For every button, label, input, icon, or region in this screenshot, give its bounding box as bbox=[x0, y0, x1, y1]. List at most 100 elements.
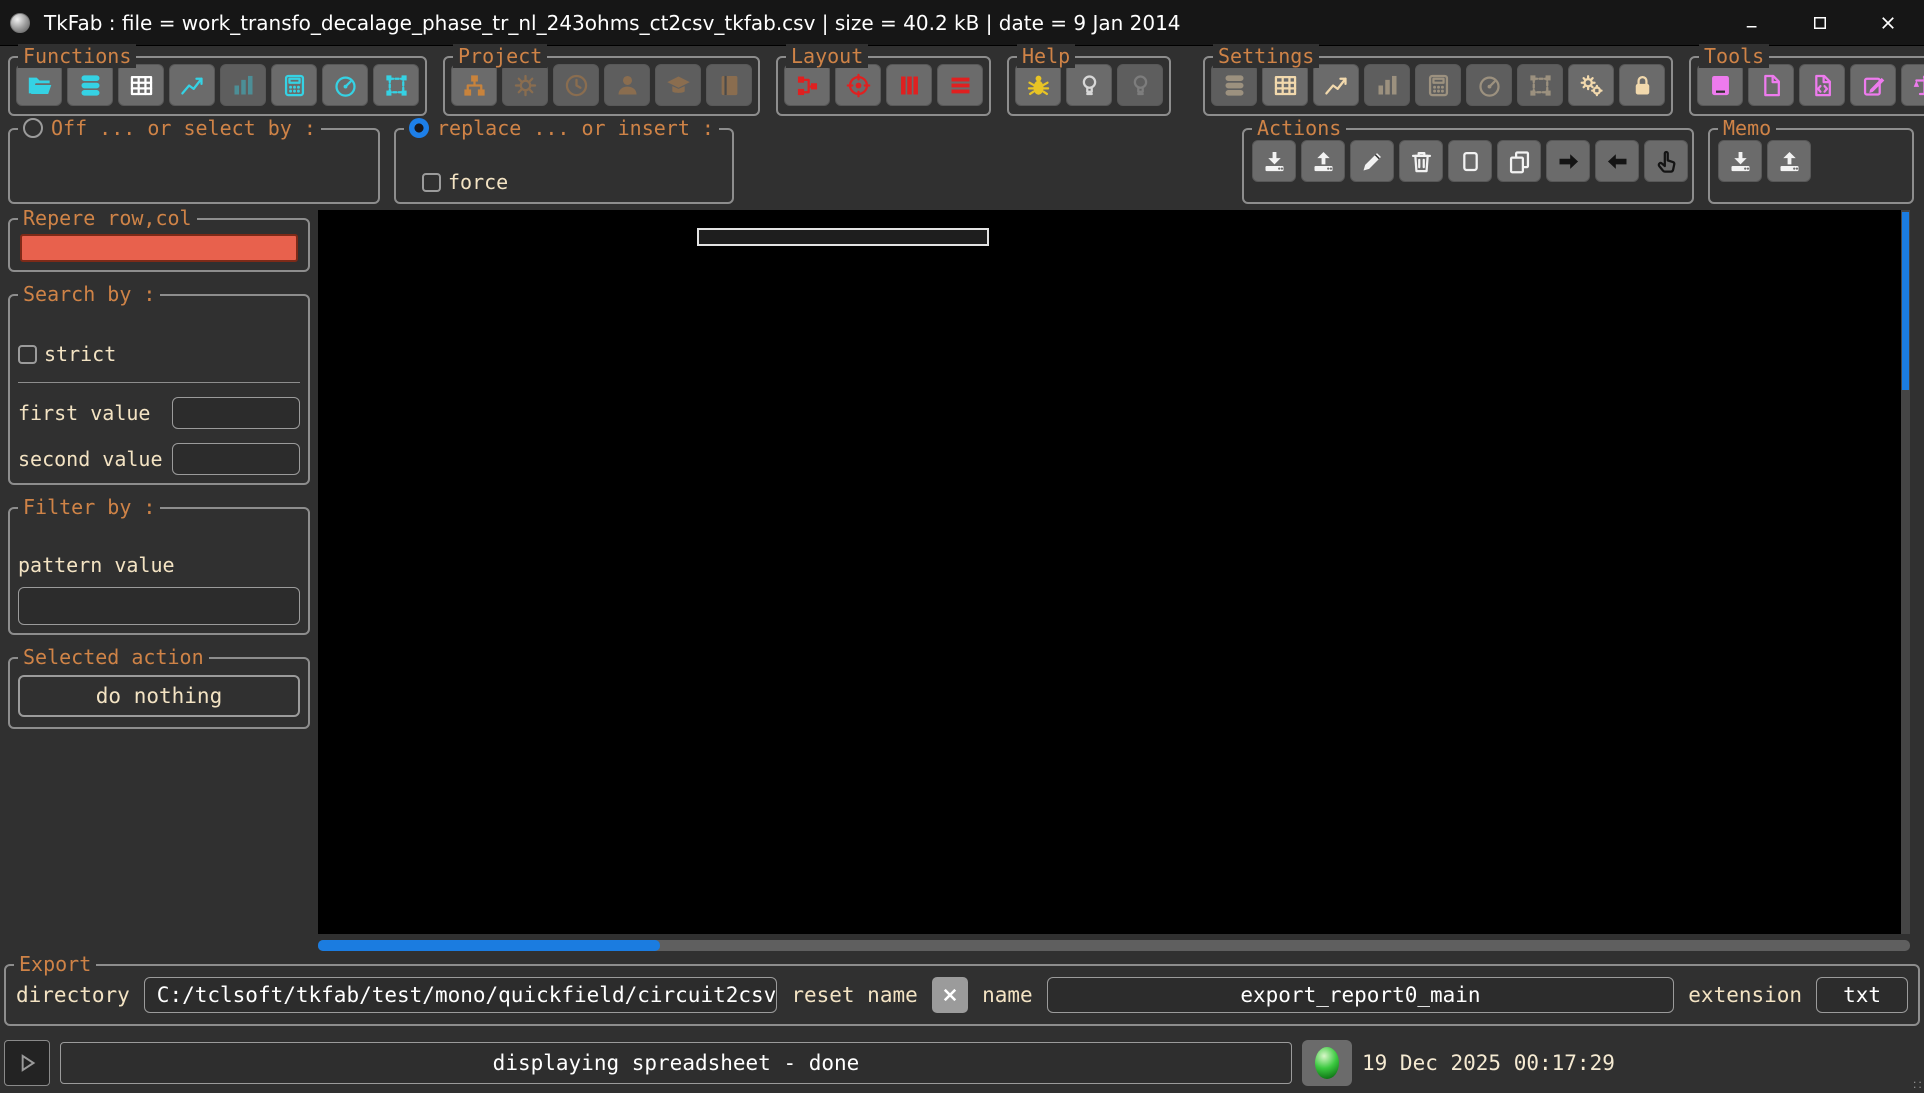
open-folder-button[interactable] bbox=[16, 64, 62, 106]
target-button[interactable] bbox=[835, 64, 881, 106]
selection-frame-button[interactable] bbox=[1517, 64, 1563, 106]
name-input[interactable]: export_report0_main bbox=[1047, 977, 1675, 1013]
selected-action-value[interactable]: do nothing bbox=[18, 675, 300, 717]
repere-input[interactable] bbox=[20, 234, 298, 262]
selected-action-label: Selected action bbox=[18, 645, 209, 669]
bug-icon bbox=[1025, 72, 1052, 99]
memo-label: Memo bbox=[1718, 116, 1776, 140]
status-led-button[interactable] bbox=[1302, 1040, 1352, 1086]
user-button[interactable] bbox=[604, 64, 650, 106]
maximize-button[interactable] bbox=[1810, 13, 1830, 33]
scales-button[interactable] bbox=[1901, 64, 1924, 106]
file-button[interactable] bbox=[1748, 64, 1794, 106]
gauge-icon bbox=[1476, 72, 1503, 99]
bar-chart-button[interactable] bbox=[220, 64, 266, 106]
upload-button[interactable] bbox=[1767, 140, 1811, 182]
horizontal-scrollbar[interactable] bbox=[318, 940, 1910, 951]
table-icon bbox=[128, 72, 155, 99]
database-button[interactable] bbox=[1211, 64, 1257, 106]
gears-button[interactable] bbox=[1568, 64, 1614, 106]
upload-icon bbox=[1310, 148, 1337, 175]
lamp-button[interactable] bbox=[1066, 64, 1112, 106]
arrow-left-button[interactable] bbox=[1595, 140, 1639, 182]
filter-by-label: Filter by : bbox=[18, 495, 160, 519]
reset-name-button[interactable] bbox=[932, 977, 968, 1013]
gear-button[interactable] bbox=[502, 64, 548, 106]
strict-checkbox[interactable] bbox=[18, 345, 37, 364]
columns-button[interactable] bbox=[886, 64, 932, 106]
target-icon bbox=[845, 72, 872, 99]
table-button[interactable] bbox=[118, 64, 164, 106]
scales-icon bbox=[1911, 72, 1924, 99]
panel-icon bbox=[1707, 72, 1734, 99]
directory-input[interactable]: C:/tclsoft/tkfab/test/mono/quickfield/ci… bbox=[144, 977, 778, 1013]
replace-radio[interactable] bbox=[409, 118, 429, 138]
bar-chart-button[interactable] bbox=[1364, 64, 1410, 106]
file-edit-icon bbox=[1860, 72, 1887, 99]
line-chart-button[interactable] bbox=[169, 64, 215, 106]
rows-button[interactable] bbox=[937, 64, 983, 106]
pattern-value-label: pattern value bbox=[18, 553, 300, 577]
line-chart-icon bbox=[1323, 72, 1350, 99]
line-chart-button[interactable] bbox=[1313, 64, 1359, 106]
force-option[interactable]: force bbox=[422, 170, 508, 194]
repere-label: Repere row,col bbox=[18, 206, 197, 230]
clock-button[interactable] bbox=[553, 64, 599, 106]
app-icon bbox=[10, 13, 30, 33]
horizontal-scrollbar-thumb[interactable] bbox=[318, 940, 660, 951]
selected-action-frame: Selected action do nothing bbox=[8, 657, 310, 729]
lock-button[interactable] bbox=[1619, 64, 1665, 106]
graduation-cap-button[interactable] bbox=[655, 64, 701, 106]
copy-button[interactable] bbox=[1497, 140, 1541, 182]
select-by-frame: Off ... or select by : bbox=[8, 128, 380, 204]
name-label: name bbox=[982, 983, 1033, 1007]
file-code-button[interactable] bbox=[1799, 64, 1845, 106]
datetime: 19 Dec 2025 00:17:29 bbox=[1362, 1051, 1615, 1075]
extension-input[interactable]: txt bbox=[1816, 977, 1908, 1013]
tools-frame: Tools bbox=[1689, 56, 1924, 116]
select-off-radio[interactable] bbox=[23, 118, 43, 138]
first-value-input[interactable] bbox=[172, 397, 300, 429]
gauge-button[interactable] bbox=[322, 64, 368, 106]
table-button[interactable] bbox=[1262, 64, 1308, 106]
vertical-scrollbar[interactable] bbox=[1901, 210, 1910, 934]
force-checkbox[interactable] bbox=[422, 173, 441, 192]
upload-button[interactable] bbox=[1301, 140, 1345, 182]
rectangle-button[interactable] bbox=[1448, 140, 1492, 182]
rectangle-icon bbox=[1457, 148, 1484, 175]
arrow-right-button[interactable] bbox=[1546, 140, 1590, 182]
file-edit-button[interactable] bbox=[1850, 64, 1896, 106]
hand-button[interactable] bbox=[1644, 140, 1688, 182]
columns-icon bbox=[896, 72, 923, 99]
flow-tree-button[interactable] bbox=[784, 64, 830, 106]
download-button[interactable] bbox=[1718, 140, 1762, 182]
bug-button[interactable] bbox=[1015, 64, 1061, 106]
minimize-button[interactable] bbox=[1742, 13, 1762, 33]
strict-option[interactable]: strict bbox=[18, 342, 300, 366]
calculator-button[interactable] bbox=[1415, 64, 1461, 106]
trash-button[interactable] bbox=[1399, 140, 1443, 182]
close-button[interactable] bbox=[1878, 13, 1898, 33]
run-button[interactable] bbox=[4, 1040, 50, 1086]
pencil-button[interactable] bbox=[1350, 140, 1394, 182]
panel-button[interactable] bbox=[1697, 64, 1743, 106]
second-value-input[interactable] bbox=[172, 443, 300, 475]
lamp-icon bbox=[1127, 72, 1154, 99]
lamp-button[interactable] bbox=[1117, 64, 1163, 106]
title-bar: TkFab : file = work_transfo_decalage_pha… bbox=[0, 0, 1924, 46]
gauge-button[interactable] bbox=[1466, 64, 1512, 106]
calculator-button[interactable] bbox=[271, 64, 317, 106]
pattern-value-input[interactable] bbox=[18, 587, 300, 625]
project-frame: Project bbox=[443, 56, 760, 116]
resize-grip[interactable]: .. .. bbox=[1912, 1079, 1922, 1091]
gears-icon bbox=[1578, 72, 1605, 99]
lock-icon bbox=[1629, 72, 1656, 99]
clock-icon bbox=[563, 72, 590, 99]
database-button[interactable] bbox=[67, 64, 113, 106]
tree-button[interactable] bbox=[451, 64, 497, 106]
vertical-scrollbar-thumb[interactable] bbox=[1902, 212, 1909, 390]
notebook-button[interactable] bbox=[706, 64, 752, 106]
download-button[interactable] bbox=[1252, 140, 1296, 182]
file-icon bbox=[1758, 72, 1785, 99]
selection-frame-button[interactable] bbox=[373, 64, 419, 106]
